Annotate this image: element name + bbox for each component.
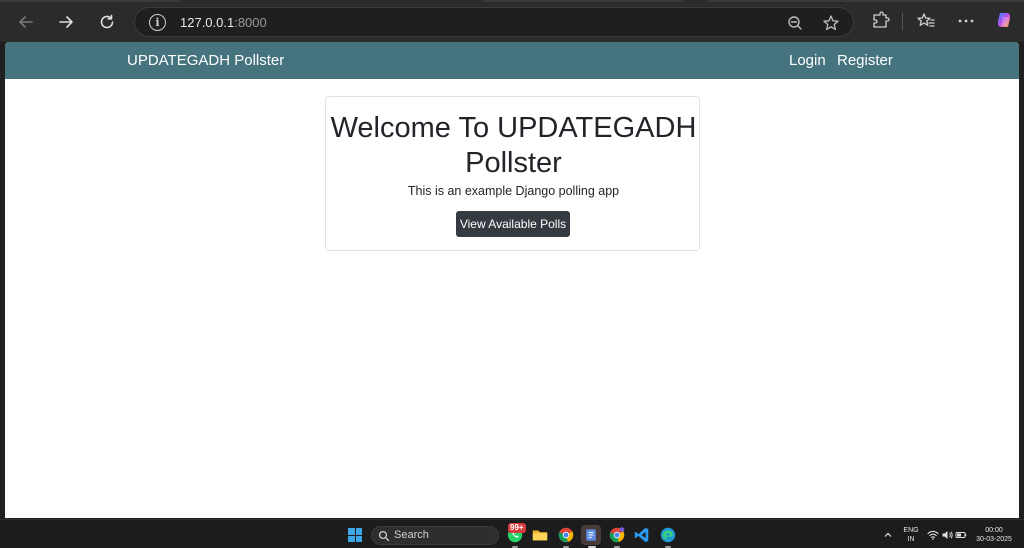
language-code: ENG [903,527,919,534]
copilot-icon[interactable] [994,11,1014,31]
favorites-icon[interactable] [916,11,936,31]
navbar-brand[interactable]: UPDATEGADH Pollster [127,52,284,69]
notepad-icon[interactable] [581,525,601,545]
chrome-profile-icon[interactable] [607,525,627,545]
clock[interactable]: 00:00 30-03-2025 [974,526,1014,544]
search-label: Search [394,529,429,541]
vscode-icon[interactable] [632,525,652,545]
windows-taskbar: Search 99+ ENG IN 00:00 30-03-2025 [0,519,1024,548]
browser-toolbar: i 127.0.0.1:8000 [0,0,1024,42]
clock-date: 30-03-2025 [976,536,1012,543]
page-viewport: UPDATEGADH Pollster Login Register Welco… [5,42,1019,518]
site-info-icon[interactable]: i [149,14,166,31]
extensions-icon[interactable] [870,11,890,31]
view-polls-button[interactable]: View Available Polls [456,211,570,237]
page-subtitle: This is an example Django polling app [407,184,620,198]
toolbar-separator [902,13,903,30]
wifi-icon[interactable] [927,529,939,541]
chevron-up-icon[interactable] [882,529,894,541]
notification-badge: 99+ [508,523,526,533]
clock-time: 00:00 [985,527,1003,534]
back-icon[interactable] [13,9,39,35]
url-text[interactable]: 127.0.0.1:8000 [180,15,267,30]
reload-icon[interactable] [94,9,120,35]
tab-strip-edge [0,0,180,2]
page-title: Welcome To UPDATEGADH Pollster [330,112,697,179]
welcome-card: Welcome To UPDATEGADH Pollster This is a… [325,96,700,251]
app-navbar: UPDATEGADH Pollster Login Register [5,42,1019,79]
favorite-star-icon[interactable] [822,14,840,32]
chrome-icon[interactable] [556,525,576,545]
search-icon [378,530,390,542]
windows-start-icon[interactable] [348,528,362,542]
register-link[interactable]: Register [837,52,893,69]
language-indicator[interactable]: ENG IN [901,526,921,544]
forward-icon[interactable] [53,9,79,35]
tab-strip-edge [483,0,683,2]
volume-icon[interactable] [941,529,953,541]
zoom-out-icon[interactable] [786,14,804,32]
taskbar-search[interactable]: Search [371,526,499,545]
more-icon[interactable] [956,11,976,31]
battery-icon[interactable] [955,529,967,541]
tab-strip-edge [708,0,1024,2]
address-bar[interactable]: i 127.0.0.1:8000 [134,7,854,37]
region-code: IN [907,536,915,543]
edge-icon[interactable] [658,525,678,545]
login-link[interactable]: Login [789,52,826,69]
file-explorer-icon[interactable] [530,525,550,545]
